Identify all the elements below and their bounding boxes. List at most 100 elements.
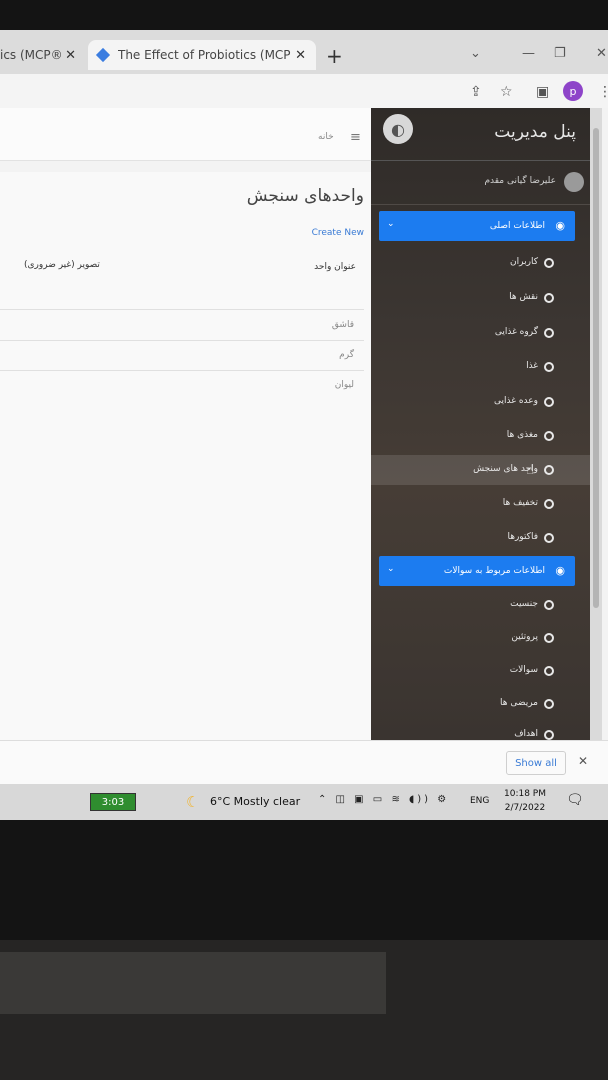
profile-avatar[interactable]: p xyxy=(563,81,583,101)
circle-icon xyxy=(544,431,554,441)
screen: ics (MCP® ⁣ ✕ The Effect of Probiotics (… xyxy=(0,30,608,820)
sidebar-item-label: گروه غذایی xyxy=(494,327,538,337)
hand-cursor-icon: ☝ xyxy=(526,463,534,478)
weather-widget[interactable]: 6°C Mostly clear xyxy=(210,795,300,808)
create-new-link[interactable]: Create New xyxy=(312,228,364,238)
page-viewport: خانه ≡ واحدهای سنجش Create New عنوان واح… xyxy=(0,108,608,740)
dashboard-icon: ◉ xyxy=(555,564,565,577)
sidebar-item-label: سوالات xyxy=(509,665,538,675)
restore-icon[interactable]: ❐ xyxy=(554,46,566,61)
taskbar: 3:03 ☾ 6°C Mostly clear ⌃ ◫ ▣ ▭ ≋ ◖)) ⚙ … xyxy=(0,784,608,820)
top-navbar: خانه ≡ xyxy=(0,108,376,161)
downloads-bar: Show all ✕ xyxy=(0,740,608,785)
hamburger-menu-icon[interactable]: ≡ xyxy=(350,130,361,145)
minimize-icon[interactable]: — xyxy=(522,46,535,61)
laptop-hinge xyxy=(0,952,386,1014)
logo-icon: ◐ xyxy=(383,114,413,144)
sidebar-item-food-groups[interactable]: گروه غذایی xyxy=(371,318,590,348)
tab-close-icon[interactable]: ✕ xyxy=(65,48,76,63)
show-all-button[interactable]: Show all xyxy=(506,751,566,775)
circle-icon xyxy=(544,533,554,543)
sidebar-item-discounts[interactable]: تخفیف ها xyxy=(371,489,590,519)
circle-icon xyxy=(544,293,554,303)
system-tray-icons[interactable]: ⌃ ◫ ▣ ▭ ≋ ◖)) ⚙ xyxy=(318,794,449,805)
sidebar-item-users[interactable]: کاربران xyxy=(371,248,590,278)
sidebar-item-meals[interactable]: وعده غذایی xyxy=(371,387,590,417)
page-title: واحدهای سنجش xyxy=(246,186,364,206)
page-scrollbar[interactable] xyxy=(590,108,602,740)
circle-icon xyxy=(544,328,554,338)
table-divider xyxy=(0,370,364,371)
browser-tab-bar: ics (MCP® ⁣ ✕ The Effect of Probiotics (… xyxy=(0,30,608,74)
sidebar-item-label: کاربران xyxy=(510,257,538,267)
brand-title: پنل مدیریت xyxy=(494,122,576,142)
sidebar-item-label: تخفیف ها xyxy=(502,498,538,508)
tab-search-icon[interactable]: ⌄ xyxy=(470,46,481,61)
main-content: خانه ≡ واحدهای سنجش Create New عنوان واح… xyxy=(0,108,376,740)
side-panel-icon[interactable]: ▣ xyxy=(536,84,549,100)
avatar xyxy=(564,172,584,192)
tab-title: The Effect of Probiotics (MCP® xyxy=(118,48,292,62)
user-panel[interactable]: علیرضا گیانی مقدم xyxy=(371,160,590,205)
dashboard-icon: ◉ xyxy=(555,219,565,232)
bookmark-star-icon[interactable]: ☆ xyxy=(500,84,513,100)
circle-icon xyxy=(544,397,554,407)
sidebar-section-questions-info[interactable]: ◉ اطلاعات مربوط به سوالات ⌄ xyxy=(379,556,575,586)
sidebar-item-label: مغذی ها xyxy=(506,430,538,440)
clock-time: 10:18 PM xyxy=(504,789,546,799)
table-divider xyxy=(0,340,364,341)
tab-close-icon[interactable]: ✕ xyxy=(295,48,306,63)
sidebar-item-label: جنسیت xyxy=(510,599,538,609)
sidebar-item-questions[interactable]: سوالات xyxy=(371,656,590,686)
circle-icon xyxy=(544,362,554,372)
new-tab-button[interactable]: + xyxy=(326,44,343,68)
content-card: واحدهای سنجش Create New عنوان واحد تصویر… xyxy=(0,172,376,740)
sidebar-item-label: نقش ها xyxy=(509,292,538,302)
table-row: قاشق xyxy=(331,320,354,330)
chevron-down-icon: ⌄ xyxy=(387,219,395,229)
column-header-unit-title: عنوان واحد xyxy=(314,262,356,272)
sidebar-item-invoices[interactable]: فاکتورها xyxy=(371,523,590,553)
clock[interactable]: 10:18 PM 2/7/2022 xyxy=(504,787,546,815)
circle-icon xyxy=(544,633,554,643)
sidebar-item-protein[interactable]: پروتئین xyxy=(371,623,590,653)
sidebar-item-label: اهداف xyxy=(514,729,538,739)
circle-icon xyxy=(544,666,554,676)
circle-icon xyxy=(544,499,554,509)
circle-icon xyxy=(544,699,554,709)
browser-tab[interactable]: ics (MCP® ⁣ ✕ xyxy=(0,40,86,70)
scrollbar-thumb[interactable] xyxy=(593,128,599,608)
close-icon[interactable]: ✕ xyxy=(578,754,588,768)
home-link[interactable]: خانه xyxy=(318,132,334,142)
user-name: علیرضا گیانی مقدم xyxy=(484,176,556,186)
sidebar-item-nutrients[interactable]: مغذی ها xyxy=(371,421,590,451)
battery-indicator[interactable]: 3:03 xyxy=(90,793,136,811)
close-window-icon[interactable]: ✕ xyxy=(596,46,607,61)
column-header-image: تصویر (غیر ضروری) xyxy=(24,260,100,270)
sidebar-item-label: غذا xyxy=(526,361,538,371)
clock-date: 2/7/2022 xyxy=(504,803,546,813)
notification-icon[interactable]: 🗨 xyxy=(566,792,584,808)
sidebar-item-label: مریضی ها xyxy=(500,698,538,708)
sidebar-item-diseases[interactable]: مریضی ها xyxy=(371,689,590,719)
favicon-icon xyxy=(95,47,111,63)
circle-icon xyxy=(544,258,554,268)
share-icon[interactable]: ⇪ xyxy=(470,84,482,100)
sidebar-item-gender[interactable]: جنسیت xyxy=(371,590,590,620)
table-row: لیوان xyxy=(334,380,354,390)
tab-title: ics (MCP® ⁣ xyxy=(0,48,62,62)
sidebar-item-measurement-units[interactable]: واحد های سنجش ☝ xyxy=(371,455,590,485)
table-row: گرم xyxy=(339,350,354,360)
browser-toolbar: ⇪ ☆ ▣ p ⋮ xyxy=(0,74,608,111)
language-indicator[interactable]: ENG xyxy=(470,796,489,806)
sidebar-item-roles[interactable]: نقش ها xyxy=(371,283,590,313)
chevron-down-icon: ⌄ xyxy=(387,564,395,574)
sidebar-item-goals[interactable]: اهداف xyxy=(371,720,590,740)
sidebar-section-main-info[interactable]: ◉ اطلاعات اصلی ⌄ xyxy=(379,211,575,241)
section-label: اطلاعات اصلی xyxy=(489,221,545,231)
circle-icon xyxy=(544,730,554,740)
menu-kebab-icon[interactable]: ⋮ xyxy=(598,84,608,100)
sidebar-item-foods[interactable]: غذا xyxy=(371,352,590,382)
browser-tab-active[interactable]: The Effect of Probiotics (MCP® ✕ xyxy=(88,40,316,70)
sidebar-item-label: پروتئین xyxy=(511,632,538,642)
